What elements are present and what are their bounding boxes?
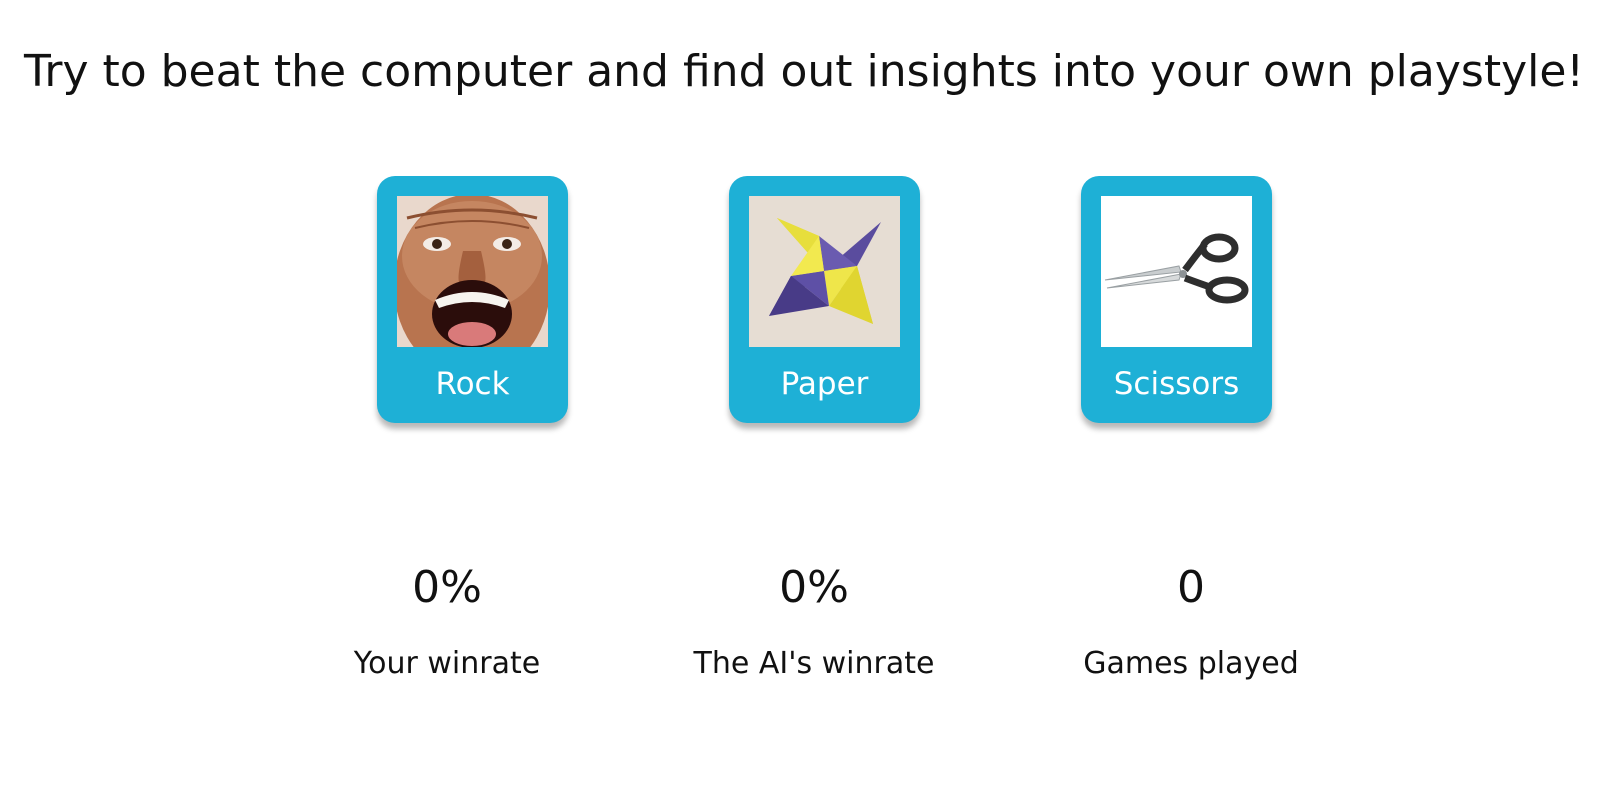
player-winrate-stat: 0% Your winrate <box>297 560 597 682</box>
ai-winrate-stat: 0% The AI's winrate <box>664 560 964 682</box>
page-headline: Try to beat the computer and find out in… <box>23 46 1585 97</box>
rock-face-image <box>397 196 548 347</box>
rock-label: Rock <box>435 366 510 402</box>
paper-ninja-star-image <box>749 196 900 347</box>
stats-panel: 0% Your winrate 0% The AI's winrate 0 Ga… <box>0 560 1608 710</box>
scissors-label: Scissors <box>1113 366 1240 402</box>
paper-label: Paper <box>780 366 869 402</box>
rock-button[interactable]: Rock <box>377 176 568 423</box>
ai-winrate-label: The AI's winrate <box>693 646 935 681</box>
games-played-label: Games played <box>1083 646 1299 681</box>
games-played-stat: 0 Games played <box>1041 560 1341 682</box>
scissors-image <box>1101 196 1252 347</box>
choice-cards: Rock Paper Scissors <box>0 176 1608 426</box>
player-winrate-label: Your winrate <box>353 646 541 681</box>
games-played-value: 0 <box>1177 562 1205 613</box>
player-winrate-value: 0% <box>412 562 482 613</box>
ai-winrate-value: 0% <box>779 562 849 613</box>
paper-button[interactable]: Paper <box>729 176 920 423</box>
scissors-button[interactable]: Scissors <box>1081 176 1272 423</box>
